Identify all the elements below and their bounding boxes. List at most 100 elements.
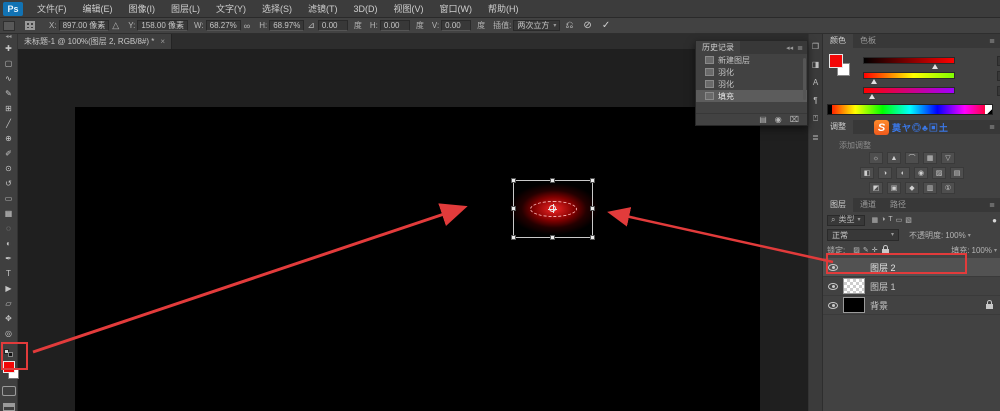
tool-button[interactable]: ◌ — [0, 221, 18, 236]
adjustment-color-balance-icon[interactable]: ◑ — [878, 167, 892, 179]
tool-button[interactable]: ▦ — [0, 206, 18, 221]
collapse-panel-icon[interactable]: ◂◂ — [786, 44, 793, 52]
history-panel-title[interactable]: 历史记录 — [696, 41, 740, 54]
adjustment-vibrance-icon[interactable]: ▽ — [941, 152, 955, 164]
layer-filter-select[interactable]: ⌕ 类型 ▾ — [827, 215, 865, 226]
layer-visibility-eye-icon[interactable] — [828, 302, 838, 309]
adjustment-selective-color-icon[interactable]: ① — [941, 182, 955, 194]
tool-button[interactable]: ✚ — [0, 41, 18, 56]
transform-reference-point[interactable] — [549, 205, 556, 212]
tool-button[interactable]: ✎ — [0, 86, 18, 101]
transform-handle-s[interactable] — [550, 235, 555, 240]
tool-button[interactable]: ✒ — [0, 251, 18, 266]
new-snapshot-icon[interactable]: ◉ — [775, 115, 782, 124]
adjustment-gradient-map-icon[interactable]: ▥ — [923, 182, 937, 194]
tool-button[interactable]: ▶ — [0, 281, 18, 296]
tool-button[interactable]: ⊞ — [0, 101, 18, 116]
tab-paths[interactable]: 路径 — [883, 198, 913, 212]
transform-handle-sw[interactable] — [511, 235, 516, 240]
transform-handle-se[interactable] — [590, 235, 595, 240]
menu-item[interactable]: 图像(I) — [121, 0, 164, 18]
slider-handle[interactable] — [871, 79, 877, 84]
tool-preset-icon[interactable] — [3, 21, 15, 31]
tool-button[interactable]: ⊙ — [0, 161, 18, 176]
layer-filter-toggle-icon[interactable]: ● — [992, 216, 997, 225]
foreground-color-swatch[interactable] — [829, 54, 843, 68]
panel-character-styles-icon[interactable]: ⍞ — [809, 114, 823, 124]
filter-smart-objects-icon[interactable]: ▧ — [905, 216, 912, 224]
hskew-value-field[interactable]: 0.00 — [380, 20, 410, 31]
document-canvas[interactable] — [75, 107, 760, 411]
panel-character-icon[interactable]: A — [809, 78, 823, 87]
filter-pixel-layers-icon[interactable]: ▦ — [872, 216, 879, 224]
panel-properties-icon[interactable]: ❐ — [809, 42, 823, 51]
menu-item[interactable]: 文件(F) — [29, 0, 75, 18]
tool-button[interactable]: ▭ — [0, 191, 18, 206]
cancel-transform-button[interactable]: ⊘ — [583, 20, 591, 31]
slider-track[interactable] — [863, 72, 955, 79]
layer-thumbnail[interactable] — [843, 278, 865, 294]
panel-menu-icon[interactable]: ≣ — [797, 44, 803, 52]
menu-item[interactable]: 滤镜(T) — [300, 0, 346, 18]
height-value-field[interactable]: 68.97% — [269, 20, 304, 31]
panel-paragraph-styles-icon[interactable]: ≣ — [809, 133, 823, 142]
adjustment-threshold-icon[interactable]: ◆ — [905, 182, 919, 194]
history-scrollbar[interactable] — [803, 58, 806, 100]
tool-button[interactable]: ▢ — [0, 56, 18, 71]
filter-adjustment-layers-icon[interactable]: ◑ — [881, 216, 885, 224]
opacity-control[interactable]: 不透明度: 100% ▾ — [909, 230, 971, 241]
transform-handle-nw[interactable] — [511, 178, 516, 183]
vskew-value-field[interactable]: 0.00 — [441, 20, 471, 31]
tool-button[interactable]: ╱ — [0, 116, 18, 131]
color-spectrum-ramp[interactable] — [827, 104, 993, 115]
tool-button[interactable]: ✥ — [0, 311, 18, 326]
delete-state-icon[interactable]: ⌧ — [790, 115, 799, 124]
layer-thumbnail[interactable] — [843, 297, 865, 313]
tool-button[interactable]: ∿ — [0, 71, 18, 86]
lock-position-icon[interactable]: ✛ — [872, 246, 878, 254]
interpolation-select[interactable]: 两次立方 ▾ — [513, 20, 560, 31]
more-tools-icon[interactable]: ⋯ — [5, 341, 12, 347]
slider-track[interactable] — [863, 57, 955, 64]
slider-track[interactable] — [863, 87, 955, 94]
filter-shape-layers-icon[interactable]: ▭ — [896, 216, 903, 224]
blend-mode-select[interactable]: 正常 ▾ — [827, 229, 899, 241]
tool-button[interactable]: ◐ — [0, 236, 18, 251]
adjustment-curves-icon[interactable]: ⌒ — [905, 152, 919, 164]
layer-row-layer2[interactable]: 图层 2 — [823, 258, 1000, 277]
slider-handle[interactable] — [869, 94, 875, 99]
menu-item[interactable]: 文字(Y) — [208, 0, 254, 18]
panel-info-icon[interactable]: ◨ — [809, 60, 823, 69]
menu-item[interactable]: 视图(V) — [386, 0, 432, 18]
lock-pixels-icon[interactable]: ✎ — [863, 246, 869, 254]
adjustment-lookup-icon[interactable]: ▤ — [950, 167, 964, 179]
adjustment-invert-icon[interactable]: ◩ — [869, 182, 883, 194]
transform-handle-e[interactable] — [590, 206, 595, 211]
tool-button[interactable]: ↺ — [0, 176, 18, 191]
adjustment-channel-mixer-icon[interactable]: ▨ — [932, 167, 946, 179]
history-state-selected[interactable]: 填充 — [696, 90, 807, 102]
document-tab[interactable]: 未标题-1 @ 100%(图层 2, RGB/8#) * × — [18, 34, 172, 49]
warp-mode-button[interactable]: ⎌ — [565, 20, 573, 31]
layer-visibility-eye-icon[interactable] — [828, 264, 838, 271]
adjustment-photo-filter-icon[interactable]: ◉ — [914, 167, 928, 179]
adjustment-black-white-icon[interactable]: ◐ — [896, 167, 910, 179]
menu-item[interactable]: 3D(D) — [346, 0, 386, 18]
tool-button[interactable]: ✐ — [0, 146, 18, 161]
lock-transparent-icon[interactable]: ▨ — [853, 246, 860, 254]
tab-channels[interactable]: 通道 — [853, 198, 883, 212]
reference-point-locator-icon[interactable] — [25, 21, 35, 30]
collapse-tools-icon[interactable]: ◂◂ — [5, 34, 11, 41]
commit-transform-button[interactable]: ✓ — [602, 20, 610, 31]
panel-menu-icon[interactable]: ≣ — [989, 123, 1000, 131]
adjustment-hue-icon[interactable]: ◧ — [860, 167, 874, 179]
width-value-field[interactable]: 68.27% — [206, 20, 241, 31]
y-value-field[interactable]: 158.00 像素 — [137, 20, 188, 31]
tab-color[interactable]: 颜色 — [823, 34, 853, 48]
angle-value-field[interactable]: 0.00 — [318, 20, 348, 31]
panel-paragraph-icon[interactable]: ¶ — [809, 96, 823, 105]
panel-menu-icon[interactable]: ≣ — [989, 37, 1000, 45]
tool-button[interactable]: T — [0, 266, 18, 281]
history-state[interactable]: 羽化 — [696, 78, 807, 90]
lock-all-icon[interactable] — [882, 249, 889, 254]
